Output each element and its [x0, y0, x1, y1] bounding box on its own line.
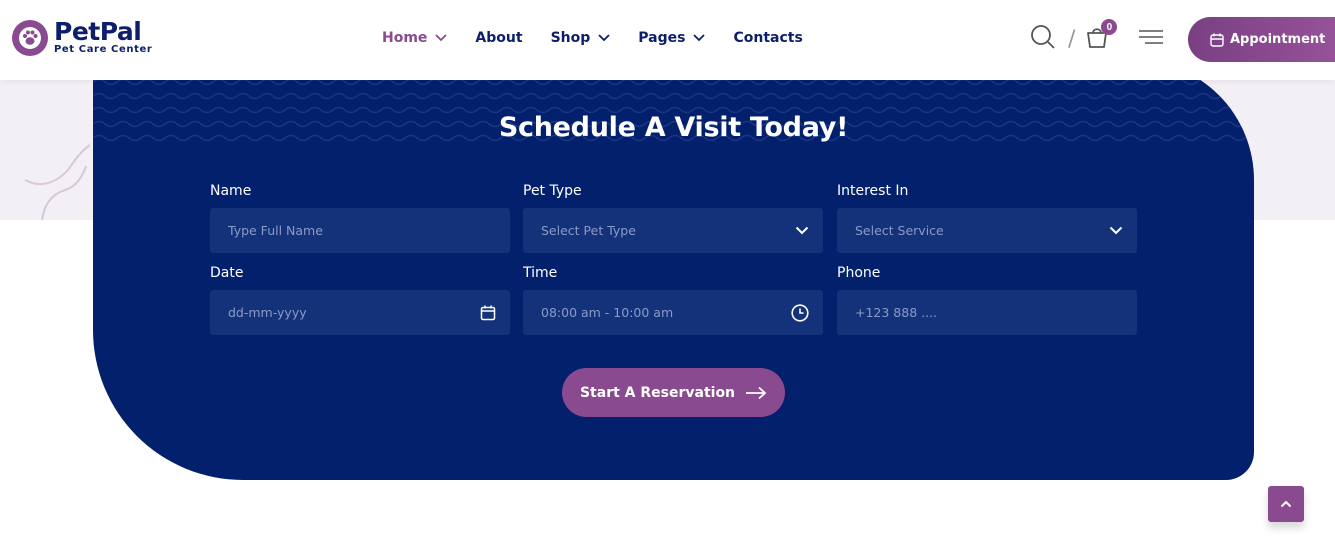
- calendar-icon[interactable]: [480, 305, 496, 321]
- name-field: Name Type Full Name: [210, 182, 510, 253]
- start-reservation-button[interactable]: Start A Reservation: [562, 368, 785, 417]
- nav-item-shop[interactable]: Shop: [551, 30, 611, 46]
- main-nav: Home About Shop Pages Contacts: [382, 28, 831, 48]
- phone-field: Phone +123 888 ....: [837, 264, 1137, 335]
- scroll-to-top-button[interactable]: [1268, 486, 1304, 522]
- wave-line: [93, 92, 1254, 100]
- header-actions: / 0: [1030, 19, 1164, 55]
- interest-label: Interest In: [837, 183, 909, 199]
- name-input[interactable]: Type Full Name: [210, 208, 510, 253]
- nav-item-label: About: [475, 30, 523, 46]
- brand-name: PetPal: [54, 17, 142, 46]
- appointment-label: Appointment: [1230, 32, 1326, 47]
- reservation-label: Start A Reservation: [579, 384, 736, 401]
- chevron-down-icon: [435, 34, 448, 42]
- form-title: Schedule A Visit Today!: [498, 112, 849, 143]
- interest-field: Interest In Select Service: [837, 182, 1137, 253]
- date-placeholder: dd-mm-yyyy: [228, 305, 307, 320]
- arrow-up-icon: [1280, 500, 1292, 508]
- search-icon[interactable]: [1030, 24, 1056, 55]
- chevron-down-icon: [795, 226, 809, 235]
- chevron-down-icon: [693, 34, 706, 42]
- menu-icon[interactable]: [1139, 29, 1164, 50]
- time-input[interactable]: 08:00 am - 10:00 am: [523, 290, 823, 335]
- cart-icon[interactable]: 0: [1085, 19, 1118, 54]
- nav-item-label: Contacts: [733, 30, 803, 46]
- name-label: Name: [210, 183, 252, 199]
- nav-item-home[interactable]: Home: [382, 30, 448, 46]
- date-field: Date dd-mm-yyyy: [210, 264, 510, 335]
- arrow-right-icon: [746, 386, 767, 399]
- calendar-icon: [1210, 33, 1224, 47]
- pet-type-select[interactable]: Select Pet Type: [523, 208, 823, 253]
- pet-type-label: Pet Type: [523, 183, 582, 199]
- clock-icon[interactable]: [791, 303, 809, 322]
- site-header: PetPal Pet Care Center Home About Shop P…: [0, 0, 1335, 80]
- name-placeholder: Type Full Name: [228, 223, 323, 238]
- dog-illustration-icon: [24, 144, 91, 221]
- nav-item-contacts[interactable]: Contacts: [733, 30, 802, 46]
- brand-tagline: Pet Care Center: [54, 44, 153, 55]
- nav-item-label: Pages: [638, 30, 686, 46]
- nav-item-label: Shop: [550, 30, 591, 46]
- appointment-button[interactable]: Appointment: [1188, 17, 1335, 62]
- cart-count-badge: 0: [1101, 19, 1118, 35]
- phone-placeholder: +123 888 ....: [855, 305, 938, 320]
- nav-item-pages[interactable]: Pages: [638, 30, 706, 46]
- wave-line: [93, 78, 1254, 86]
- interest-select[interactable]: Select Service: [837, 208, 1137, 253]
- nav-item-about[interactable]: About: [475, 30, 522, 46]
- chevron-down-icon: [598, 34, 610, 42]
- phone-input[interactable]: +123 888 ....: [837, 290, 1137, 335]
- logo[interactable]: PetPal Pet Care Center: [12, 17, 153, 56]
- schedule-visit-card: Schedule A Visit Today! Name Type Full N…: [93, 60, 1254, 480]
- phone-label: Phone: [837, 265, 881, 281]
- pet-type-selected: Select Pet Type: [541, 223, 636, 238]
- date-label: Date: [210, 265, 244, 281]
- nav-item-label: Home: [382, 30, 428, 46]
- paw-icon: [12, 20, 48, 56]
- date-input[interactable]: dd-mm-yyyy: [210, 290, 510, 335]
- time-value: 08:00 am - 10:00 am: [541, 305, 674, 320]
- chevron-down-icon: [1109, 226, 1123, 235]
- pet-type-field: Pet Type Select Pet Type: [523, 182, 823, 253]
- header-divider: /: [1068, 27, 1076, 52]
- interest-selected: Select Service: [855, 223, 944, 238]
- time-field: Time 08:00 am - 10:00 am: [523, 264, 823, 335]
- time-label: Time: [523, 265, 558, 281]
